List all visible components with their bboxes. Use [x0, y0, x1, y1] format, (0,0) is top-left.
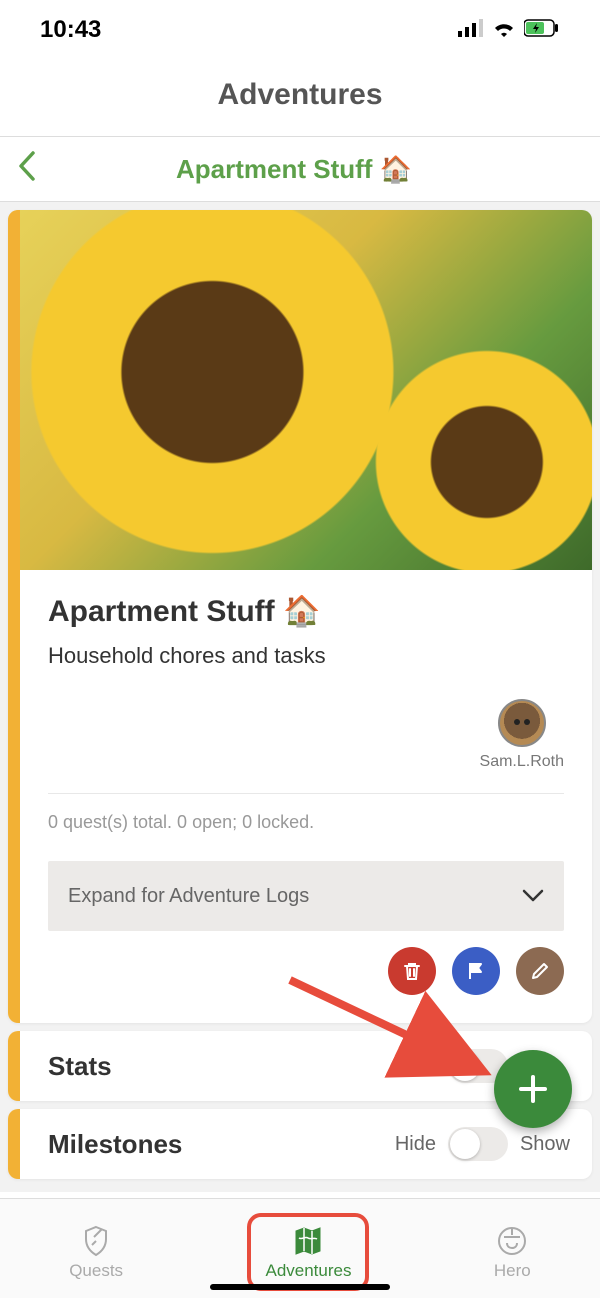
nav-hero[interactable]: Hero — [480, 1217, 545, 1287]
divider — [48, 793, 564, 794]
accent-strip — [8, 1031, 20, 1101]
accent-strip — [8, 1109, 20, 1179]
show-label: Show — [520, 1133, 570, 1156]
subheader-title: Apartment Stuff 🏠 — [36, 154, 552, 185]
stats-label: Stats — [48, 1051, 395, 1082]
nav-quests[interactable]: Quests — [55, 1217, 137, 1287]
back-button[interactable] — [18, 151, 36, 187]
switch-knob — [450, 1051, 480, 1081]
battery-icon — [524, 16, 560, 44]
milestones-section: Milestones Hide Show — [8, 1109, 592, 1179]
adventure-card: Apartment Stuff 🏠 Household chores and t… — [8, 210, 592, 1023]
chevron-down-icon — [522, 883, 544, 909]
expand-adventure-logs[interactable]: Expand for Adventure Logs — [48, 861, 564, 931]
home-indicator[interactable] — [210, 1284, 390, 1290]
add-button[interactable] — [494, 1050, 572, 1128]
nav-label: Quests — [69, 1261, 123, 1281]
card-body: Apartment Stuff 🏠 Household chores and t… — [8, 570, 592, 1023]
page-title: Adventures — [0, 60, 600, 137]
status-bar: 10:43 — [0, 0, 600, 60]
shield-sword-icon — [78, 1223, 114, 1259]
avatar — [498, 699, 546, 747]
adventure-hero-image — [8, 210, 592, 570]
milestones-toggle[interactable] — [448, 1127, 508, 1161]
delete-button[interactable] — [388, 947, 436, 995]
subheader: Apartment Stuff 🏠 — [0, 137, 600, 202]
accent-strip — [8, 210, 20, 1023]
hide-label: Hide — [395, 1055, 436, 1078]
flag-button[interactable] — [452, 947, 500, 995]
action-row — [48, 947, 564, 1003]
nav-adventures[interactable]: Adventures — [247, 1213, 369, 1291]
owner-block[interactable]: Sam.L.Roth — [480, 699, 564, 771]
map-icon — [290, 1223, 326, 1259]
status-icons — [458, 16, 560, 44]
card-title: Apartment Stuff 🏠 — [48, 594, 564, 629]
edit-button[interactable] — [516, 947, 564, 995]
card-description: Household chores and tasks — [48, 643, 564, 669]
content-area: Apartment Stuff 🏠 Household chores and t… — [0, 202, 600, 1192]
status-time: 10:43 — [40, 16, 101, 44]
nav-label: Hero — [494, 1261, 531, 1281]
bottom-nav: Quests Adventures Hero — [0, 1198, 600, 1298]
hero-icon — [494, 1223, 530, 1259]
milestones-label: Milestones — [48, 1129, 395, 1160]
cellular-icon — [458, 16, 484, 44]
owner-name: Sam.L.Roth — [480, 753, 564, 771]
wifi-icon — [492, 16, 516, 44]
hide-label: Hide — [395, 1133, 436, 1156]
switch-knob — [450, 1129, 480, 1159]
milestones-toggle-wrap: Hide Show — [395, 1127, 570, 1161]
expand-label: Expand for Adventure Logs — [68, 885, 309, 908]
quest-summary: 0 quest(s) total. 0 open; 0 locked. — [48, 812, 564, 833]
nav-label: Adventures — [265, 1261, 351, 1281]
